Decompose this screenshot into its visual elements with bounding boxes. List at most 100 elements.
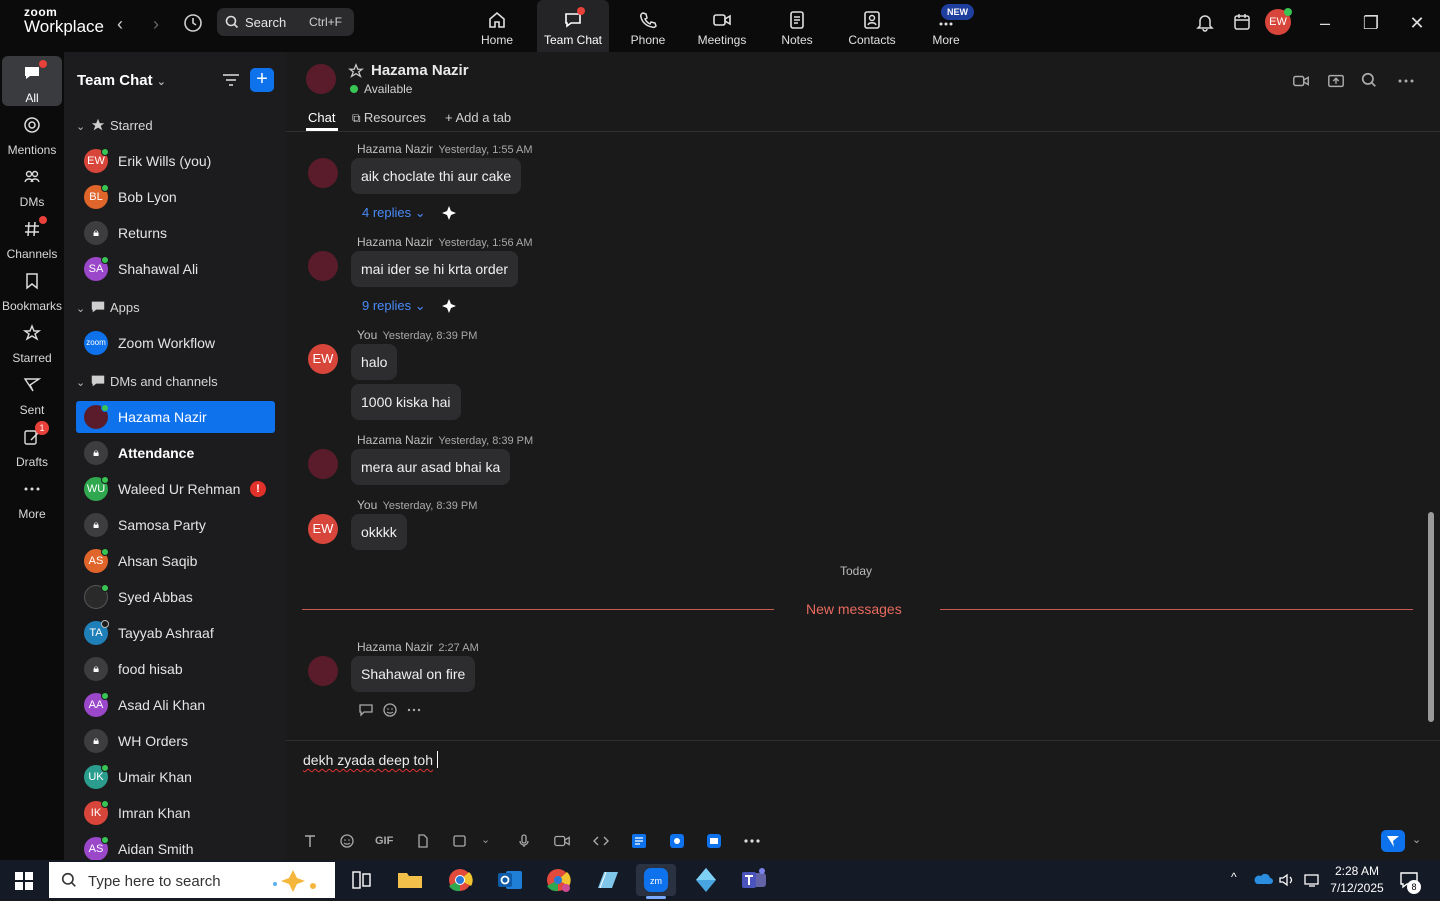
tab-notes[interactable]: Notes [761,0,833,52]
microphone-icon[interactable] [516,833,532,849]
team-chat-dropdown[interactable]: Team Chat ⌄ [77,72,166,89]
message-bubble[interactable]: halo [351,344,398,380]
outlook-icon[interactable] [490,864,530,896]
sidebar-item-wh-orders[interactable]: 🔒︎ WH Orders [76,725,275,757]
forward-arrow-icon[interactable]: › [146,14,166,34]
close-button[interactable]: ✕ [1402,10,1432,36]
rail-channels[interactable]: Channels [2,212,62,262]
teams-icon[interactable] [734,864,774,896]
reply-icon[interactable] [358,702,374,718]
sidebar-item-syed-abbas[interactable]: Syed Abbas [76,581,275,613]
onedrive-icon[interactable] [1253,872,1273,886]
message-bubble[interactable]: 1000 kiska hai [351,384,461,420]
maximize-button[interactable]: ❐ [1356,10,1386,36]
more-tools-icon[interactable] [743,833,761,849]
bell-icon[interactable] [1195,12,1215,32]
star-outline-icon[interactable] [348,63,364,79]
share-screen-icon[interactable] [1327,72,1345,90]
sidebar-item-shahawal-ali[interactable]: SA Shahawal Ali [76,253,275,285]
code-snippet-icon[interactable] [592,833,610,849]
file-explorer-icon[interactable] [390,864,430,896]
chat-title[interactable]: Hazama Nazir [371,62,469,79]
rail-dms[interactable]: DMs [2,160,62,210]
composer-input[interactable]: dekh zyada deep toh [303,751,438,768]
tab-contacts[interactable]: Contacts [836,0,908,52]
sidebar-item-imran-khan[interactable]: IK Imran Khan [76,797,275,829]
tab-add[interactable]: + Add a tab [445,110,511,125]
message-composer[interactable]: dekh zyada deep toh GIF ⌄ ⌄ [286,740,1440,860]
show-hidden-icons[interactable]: ^ [1231,870,1237,884]
gif-button[interactable]: GIF [375,835,393,847]
chrome-profile-icon[interactable] [538,864,578,896]
ai-sparkle-icon[interactable] [441,204,459,222]
windows-start-icon[interactable] [15,872,33,890]
app-diamond-icon[interactable] [686,864,726,896]
sidebar-item-samosa-party[interactable]: 🔒︎ Samosa Party [76,509,275,541]
sidebar-item-ahsan-saqib[interactable]: AS Ahsan Saqib [76,545,275,577]
replies-link[interactable]: 4 replies ⌄ [362,205,426,221]
message-bubble[interactable]: aik choclate thi aur cake [351,158,522,194]
sidebar-item-tayyab-ashraaf[interactable]: TA Tayyab Ashraaf [76,617,275,649]
sidebar-item-erik-wills[interactable]: EW Erik Wills (you) [76,145,275,177]
rail-drafts[interactable]: 1 Drafts [2,420,62,470]
message-bubble[interactable]: mera aur asad bhai ka [351,449,511,485]
emoji-icon[interactable] [339,833,355,849]
network-icon[interactable] [1303,872,1321,888]
send-options-chevron-icon[interactable]: ⌄ [1412,833,1421,846]
sidebar-item-hazama-nazir[interactable]: Hazama Nazir [76,401,275,433]
video-message-icon[interactable] [553,833,571,849]
sidebar-item-food-hisab[interactable]: 🔒︎ food hisab [76,653,275,685]
more-options-icon[interactable] [1397,72,1415,90]
docs-app-icon[interactable] [631,833,647,849]
task-view-icon[interactable] [341,864,381,896]
message-scrollbar[interactable] [1428,512,1434,722]
search-icon[interactable] [1361,72,1377,88]
message-bubble[interactable]: okkkk [351,514,407,550]
minimize-button[interactable]: – [1310,10,1340,36]
whiteboard-app-icon[interactable] [706,833,722,849]
section-dms-channels[interactable]: ⌄ DMs and channels [76,373,218,393]
sidebar-item-returns[interactable]: 🔒︎ Returns [76,217,275,249]
tab-phone[interactable]: Phone [612,0,684,52]
message-bubble[interactable]: mai ider se hi krta order [351,251,519,287]
filter-icon[interactable] [222,72,240,88]
file-icon[interactable] [415,833,431,849]
video-call-icon[interactable] [1292,72,1310,90]
chrome-icon[interactable] [440,864,480,896]
screenshot-icon[interactable] [452,833,468,849]
back-arrow-icon[interactable]: ‹ [110,14,130,34]
tab-meetings[interactable]: Meetings [686,0,758,52]
sidebar-item-aidan-smith[interactable]: AS Aidan Smith [76,833,275,860]
calendar-icon[interactable] [1232,12,1252,32]
tab-home[interactable]: Home [461,0,533,52]
text-format-icon[interactable] [302,833,318,849]
sidebar-item-bob-lyon[interactable]: BL Bob Lyon [76,181,275,213]
rail-sent[interactable]: Sent [2,368,62,418]
search-box[interactable]: Search Ctrl+F [217,8,354,36]
section-apps[interactable]: ⌄ Apps [76,299,140,319]
sidebar-item-attendance[interactable]: 🔒︎ Attendance [76,437,275,469]
tab-resources[interactable]: ⧉ Resources [352,110,426,126]
clips-app-icon[interactable] [669,833,685,849]
taskbar-search[interactable]: Type here to search [49,862,335,898]
sidebar-item-waleed-ur-rehman[interactable]: WU Waleed Ur Rehman! [76,473,275,505]
more-options-icon[interactable] [406,702,422,718]
rail-bookmarks[interactable]: Bookmarks [2,264,62,314]
rail-mentions[interactable]: Mentions [2,108,62,158]
rail-starred[interactable]: Starred [2,316,62,366]
tab-team-chat[interactable]: Team Chat [537,0,609,52]
rail-more[interactable]: More [2,472,62,522]
rail-all[interactable]: All [2,56,62,106]
section-starred[interactable]: ⌄ Starred [76,117,153,137]
sidebar-item-umair-khan[interactable]: UK Umair Khan [76,761,275,793]
system-clock[interactable]: 2:28 AM 7/12/2025 [1328,863,1386,897]
emoji-reaction-icon[interactable] [382,702,398,718]
chevron-down-icon[interactable]: ⌄ [481,833,490,846]
volume-icon[interactable] [1278,872,1296,888]
sidebar-item-zoom-workflow[interactable]: zoom Zoom Workflow [76,327,275,359]
notepad-icon[interactable] [588,864,628,896]
new-chat-button[interactable]: + [250,68,274,92]
send-button[interactable] [1381,830,1405,852]
sidebar-item-asad-ali-khan[interactable]: AA Asad Ali Khan [76,689,275,721]
replies-link[interactable]: 9 replies ⌄ [362,298,426,314]
